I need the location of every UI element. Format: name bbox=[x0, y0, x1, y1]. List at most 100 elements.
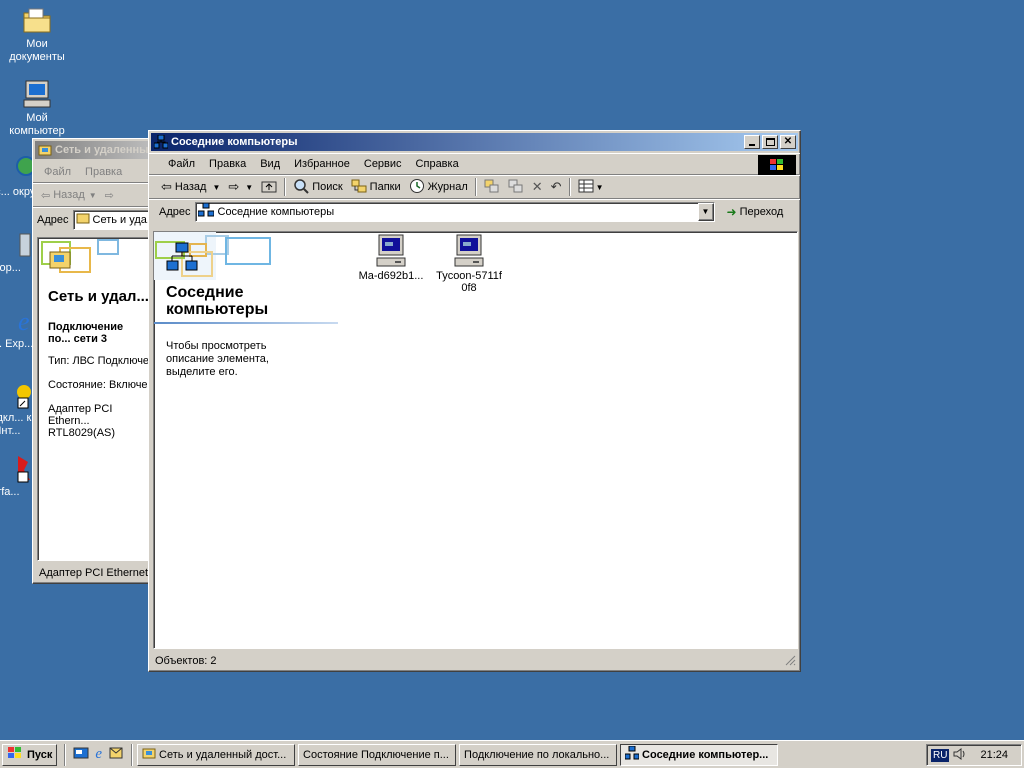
task-local-connection[interactable]: Подключение по локально... bbox=[459, 743, 618, 766]
taskbar-separator bbox=[131, 743, 134, 766]
menu-bar: Файл Правка bbox=[33, 161, 161, 183]
address-value: Соседние компьютеры bbox=[217, 205, 335, 218]
views-button[interactable]: ▼ bbox=[574, 176, 608, 198]
task-neighbor-computers[interactable]: Соседние компьютер... bbox=[620, 743, 779, 766]
windows-logo-icon bbox=[758, 155, 796, 175]
maximize-button[interactable] bbox=[762, 135, 778, 149]
start-button[interactable]: Пуск bbox=[2, 743, 58, 766]
task-connection-status[interactable]: Состояние Подключение п... bbox=[298, 743, 457, 766]
back-button[interactable]: ⇦ Назад ▼ bbox=[37, 184, 101, 206]
clock: 21:24 bbox=[980, 749, 1008, 761]
search-label: Поиск bbox=[312, 181, 343, 193]
computer-icon bbox=[453, 234, 485, 268]
menu-edit[interactable]: Правка bbox=[202, 158, 253, 170]
menu-help[interactable]: Справка bbox=[409, 158, 466, 170]
up-folder-icon bbox=[261, 179, 277, 196]
panel-title: Соседние компьютеры bbox=[166, 284, 269, 318]
quicklaunch-desktop[interactable] bbox=[70, 744, 92, 766]
task-label: Соседние компьютер... bbox=[642, 748, 769, 761]
window-title: Сеть и удаленны... bbox=[55, 144, 157, 156]
search-button[interactable]: Поиск bbox=[289, 176, 346, 198]
network-neighborhood-icon bbox=[153, 134, 169, 149]
forward-arrow-icon: ⇨ bbox=[228, 179, 240, 194]
system-tray: RU 21:24 bbox=[926, 744, 1022, 766]
windows-logo-icon bbox=[7, 746, 23, 763]
neighbor-computers-window[interactable]: Соседние компьютеры ✕ Файл Правка Вид Из… bbox=[148, 130, 801, 672]
content-pane: Сеть и удал... доступ к се... Подключени… bbox=[37, 237, 157, 561]
close-button[interactable]: ✕ bbox=[780, 135, 796, 149]
computer-item-label: Ma-d692b1... bbox=[358, 270, 424, 282]
copy-to-button[interactable] bbox=[504, 176, 528, 198]
address-label: Адрес bbox=[37, 213, 69, 226]
back-button[interactable]: ⇦ Назад ▼ bbox=[157, 176, 224, 198]
window-titlebar[interactable]: Соседние компьютеры ✕ bbox=[151, 133, 798, 151]
move-to-button[interactable] bbox=[480, 176, 504, 198]
quicklaunch-ie[interactable]: e bbox=[92, 744, 105, 766]
chevron-down-icon: ▼ bbox=[595, 182, 604, 192]
status-text: Объектов: 2 bbox=[155, 655, 217, 667]
window-titlebar[interactable]: Сеть и удаленны... bbox=[35, 141, 159, 159]
computer-item[interactable]: Tycoon-5711f 0f8 bbox=[432, 232, 506, 294]
chevron-down-icon: ▼ bbox=[88, 190, 97, 200]
history-button[interactable]: Журнал bbox=[405, 176, 472, 198]
task-label: Состояние Подключение п... bbox=[303, 748, 449, 761]
address-value: Сеть и уда... bbox=[92, 213, 157, 226]
address-field[interactable]: Соседние компьютеры ▼ bbox=[194, 201, 715, 222]
menu-view[interactable]: Вид bbox=[253, 158, 287, 170]
network-connections-window[interactable]: Сеть и удаленны... Файл Правка ⇦ Назад ▼… bbox=[32, 138, 162, 584]
go-arrow-icon: ➜ bbox=[726, 204, 737, 219]
connection-state: Состояние: Включе... bbox=[48, 379, 157, 391]
desktop-icon-label: Мои документы bbox=[9, 38, 65, 63]
network-folder-icon bbox=[142, 746, 156, 763]
back-label: Назад bbox=[174, 181, 207, 193]
network-neighborhood-icon bbox=[166, 242, 198, 277]
status-bar: Объектов: 2 bbox=[151, 651, 798, 671]
forward-arrow-icon: ⇨ bbox=[104, 189, 114, 202]
folder-documents-icon bbox=[21, 4, 53, 36]
menu-file[interactable]: Файл bbox=[161, 158, 202, 170]
status-bar: Адаптер PCI Ethernet bbox=[35, 563, 159, 583]
address-dropdown-button[interactable]: ▼ bbox=[697, 202, 714, 221]
toolbar: ⇦ Назад ▼ ⇨ ▼ Поиск Папки Журнал ✕ ↶ ▼ bbox=[149, 175, 800, 199]
address-bar: Адрес Соседние компьютеры ▼ ➜ Переход bbox=[149, 199, 800, 223]
menu-tools[interactable]: Сервис bbox=[357, 158, 409, 170]
resize-grip-icon[interactable] bbox=[784, 654, 796, 669]
start-label: Пуск bbox=[27, 748, 53, 761]
toolbar-separator bbox=[284, 178, 287, 196]
folders-button[interactable]: Папки bbox=[347, 176, 405, 198]
connection-title: Подключение по... сети 3 bbox=[48, 321, 127, 345]
undo-icon: ↶ bbox=[550, 179, 562, 194]
network-folder-icon bbox=[76, 212, 90, 227]
toolbar-separator bbox=[568, 178, 571, 196]
language-indicator[interactable]: RU bbox=[931, 748, 950, 762]
undo-button[interactable]: ↶ bbox=[547, 176, 566, 198]
chevron-down-icon: ▼ bbox=[701, 207, 710, 216]
taskbar-separator bbox=[64, 743, 67, 766]
delete-button[interactable]: ✕ bbox=[528, 176, 547, 198]
desktop-icon-my-documents[interactable]: Мои документы bbox=[0, 4, 74, 64]
menu-file[interactable]: Файл bbox=[37, 166, 78, 178]
desktop-icon-my-computer[interactable]: Мой компьютер bbox=[0, 78, 74, 138]
panel-divider bbox=[154, 322, 338, 324]
menu-favorites[interactable]: Избранное bbox=[287, 158, 357, 170]
taskbar: Пуск e Сеть и удаленный дост... Состояни… bbox=[0, 740, 1024, 768]
panel-header-graphic bbox=[38, 238, 156, 288]
toolbar: ⇦ Назад ▼ ⇨ bbox=[33, 183, 161, 207]
forward-button[interactable]: ⇨ bbox=[101, 184, 118, 206]
svg-text:e: e bbox=[18, 307, 30, 336]
task-network-connections[interactable]: Сеть и удаленный дост... bbox=[137, 743, 296, 766]
go-button[interactable]: ➜ Переход bbox=[723, 201, 788, 223]
show-desktop-icon bbox=[73, 745, 89, 764]
volume-icon[interactable] bbox=[952, 747, 966, 764]
address-label: Адрес bbox=[159, 205, 191, 218]
connection-type: Тип: ЛВС Подключе... bbox=[48, 355, 157, 367]
minimize-button[interactable] bbox=[744, 135, 760, 149]
back-arrow-icon: ⇦ bbox=[41, 189, 51, 202]
menu-edit[interactable]: Правка bbox=[78, 166, 129, 178]
back-label: Назад bbox=[53, 189, 85, 201]
history-label: Журнал bbox=[427, 181, 468, 193]
up-folder-button[interactable] bbox=[257, 176, 281, 198]
quicklaunch-outlook[interactable] bbox=[105, 744, 127, 766]
forward-button[interactable]: ⇨ ▼ bbox=[224, 176, 257, 198]
computer-item[interactable]: Ma-d692b1... bbox=[354, 232, 428, 282]
